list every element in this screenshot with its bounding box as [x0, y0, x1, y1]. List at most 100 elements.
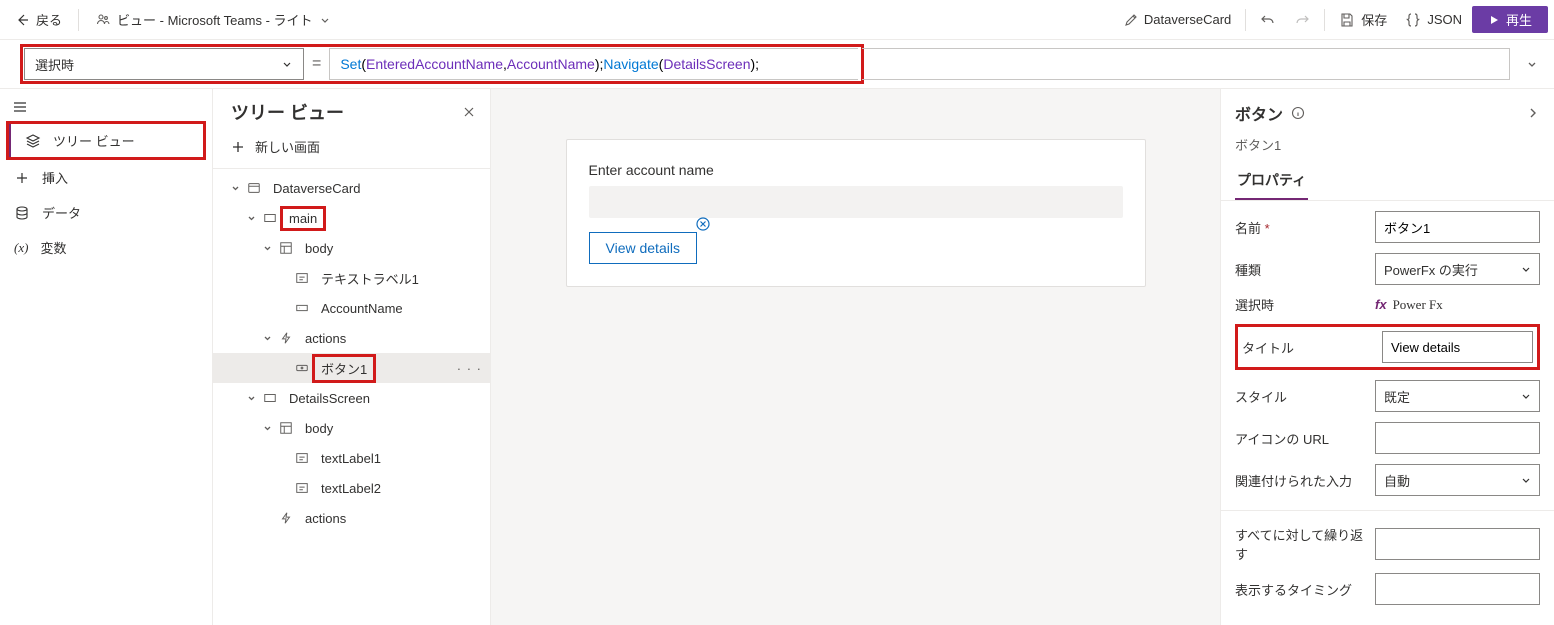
redo-icon — [1294, 12, 1310, 28]
separator — [1324, 9, 1325, 31]
tree-node-textLabel1[interactable]: textLabel1· · · — [213, 443, 490, 473]
prop-repeat-input[interactable] — [1375, 528, 1540, 560]
rail-vars[interactable]: (x) 変数 — [0, 230, 212, 265]
panel-collapse-button[interactable] — [1526, 106, 1540, 120]
prop-iconurl-label: アイコンの URL — [1235, 429, 1375, 448]
prop-name-input[interactable] — [1375, 211, 1540, 243]
tree-node-label: ボタン1 — [321, 359, 367, 378]
plus-icon — [14, 170, 30, 186]
braces-icon — [1405, 12, 1421, 28]
prop-title-label: タイトル — [1242, 338, 1382, 357]
chevron-down-icon — [1525, 57, 1539, 71]
dataverse-button[interactable]: DataverseCard — [1116, 8, 1239, 31]
play-icon — [1488, 14, 1500, 26]
view-details-button[interactable]: View details — [589, 232, 697, 264]
undo-button[interactable] — [1252, 8, 1284, 32]
prop-assoc-select[interactable]: 自動 — [1375, 464, 1540, 496]
separator — [78, 9, 79, 31]
tree-close-button[interactable] — [462, 105, 476, 119]
tree-list: DataverseCard· · ·main· · ·body· · ·テキスト… — [213, 168, 490, 533]
tree-node-テキストラベル1[interactable]: テキストラベル1· · · — [213, 263, 490, 293]
prop-type-label: 種類 — [1235, 260, 1375, 279]
prop-style-label: スタイル — [1235, 387, 1375, 406]
rail-insert[interactable]: 挿入 — [0, 160, 212, 195]
chevron-right-icon — [1526, 106, 1540, 120]
prop-visibility-input[interactable] — [1375, 573, 1540, 605]
rect-icon — [263, 211, 277, 225]
tree-node-ボタン1[interactable]: ボタン1 · · · — [213, 353, 490, 383]
hamburger-icon — [12, 99, 28, 115]
top-bar: 戻る ビュー - Microsoft Teams - ライト Dataverse… — [0, 0, 1554, 40]
tree-node-AccountName[interactable]: AccountName· · · — [213, 293, 490, 323]
more-button[interactable]: · · · — [457, 361, 482, 376]
equals-sign: = — [312, 55, 321, 73]
prop-style-select[interactable]: 既定 — [1375, 380, 1540, 412]
rail-data[interactable]: データ — [0, 195, 212, 230]
rect-icon — [263, 391, 277, 405]
prop-onselect-value[interactable]: fxPower Fx — [1375, 297, 1540, 313]
formula-input-ext[interactable] — [862, 48, 1510, 80]
tree-node-label: DataverseCard — [273, 181, 360, 196]
tree-node-label: body — [305, 241, 333, 256]
panel-title: ボタン — [1235, 101, 1283, 125]
card-preview[interactable]: Enter account name View details — [566, 139, 1146, 287]
text-icon — [295, 481, 309, 495]
redo-button[interactable] — [1286, 8, 1318, 32]
text-icon — [295, 451, 309, 465]
prop-iconurl-input[interactable] — [1375, 422, 1540, 454]
tree-node-main[interactable]: main· · · — [213, 203, 490, 233]
properties-panel: ボタン ボタン1 プロパティ 名前 種類 PowerFx の実行 選択時 fxP — [1220, 89, 1554, 625]
dataverse-label: DataverseCard — [1144, 12, 1231, 27]
view-details-label: View details — [606, 240, 680, 256]
rail-insert-label: 挿入 — [42, 168, 68, 187]
tree-node-label: actions — [305, 331, 346, 346]
prop-name-label: 名前 — [1235, 218, 1375, 237]
prop-type-select[interactable]: PowerFx の実行 — [1375, 253, 1540, 285]
button-icon — [295, 361, 309, 375]
tree-node-body[interactable]: body· · · — [213, 413, 490, 443]
formula-input[interactable]: Set(EnteredAccountName, AccountName); Na… — [329, 48, 858, 80]
tree-node-DetailsScreen[interactable]: DetailsScreen· · · — [213, 383, 490, 413]
formula-bar: 選択時 = Set(EnteredAccountName, AccountNam… — [0, 40, 1554, 89]
prop-title-input[interactable] — [1382, 331, 1533, 363]
card-text-label: Enter account name — [589, 162, 1123, 178]
hamburger-button[interactable] — [0, 89, 212, 121]
tree-node-label: textLabel2 — [321, 481, 381, 496]
json-label: JSON — [1427, 12, 1462, 27]
close-icon — [462, 105, 476, 119]
tree-node-textLabel2[interactable]: textLabel2· · · — [213, 473, 490, 503]
tab-properties[interactable]: プロパティ — [1235, 164, 1308, 200]
canvas: Enter account name View details — [491, 89, 1220, 625]
view-selector[interactable]: ビュー - Microsoft Teams - ライト — [87, 6, 339, 33]
rail-vars-label: 変数 — [40, 238, 66, 257]
play-button[interactable]: 再生 — [1472, 6, 1548, 33]
info-icon[interactable] — [1291, 106, 1305, 120]
panel-subtitle: ボタン1 — [1221, 129, 1554, 164]
prop-assoc-label: 関連付けられた入力 — [1235, 471, 1375, 490]
prop-repeat-label: すべてに対して繰り返す — [1235, 525, 1375, 563]
chevron-down-icon — [281, 58, 293, 70]
back-button[interactable]: 戻る — [6, 6, 70, 33]
view-title: ビュー - Microsoft Teams - ライト — [117, 10, 313, 29]
rail-tree-view[interactable]: ツリー ビュー — [8, 123, 204, 158]
new-screen-button[interactable]: 新しい画面 — [213, 131, 490, 168]
clear-icon[interactable] — [695, 216, 711, 232]
left-rail: ツリー ビュー 挿入 データ (x) 変数 — [0, 89, 213, 625]
pencil-icon — [1124, 13, 1138, 27]
tree-node-actions[interactable]: actions· · · — [213, 323, 490, 353]
prop-visibility-label: 表示するタイミング — [1235, 580, 1375, 599]
account-name-input[interactable] — [589, 186, 1123, 218]
layout-icon — [279, 421, 293, 435]
prop-onselect-label: 選択時 — [1235, 295, 1375, 314]
property-dropdown[interactable]: 選択時 — [24, 48, 304, 80]
rail-tree-label: ツリー ビュー — [53, 131, 135, 150]
tree-node-actions[interactable]: actions· · · — [213, 503, 490, 533]
play-label: 再生 — [1506, 10, 1532, 29]
new-screen-label: 新しい画面 — [255, 137, 320, 156]
tree-node-body[interactable]: body· · · — [213, 233, 490, 263]
rail-data-label: データ — [42, 203, 81, 222]
json-button[interactable]: JSON — [1397, 8, 1470, 32]
formula-expand-button[interactable] — [1518, 50, 1546, 78]
save-button[interactable]: 保存 — [1331, 6, 1395, 33]
tree-node-DataverseCard[interactable]: DataverseCard· · · — [213, 173, 490, 203]
